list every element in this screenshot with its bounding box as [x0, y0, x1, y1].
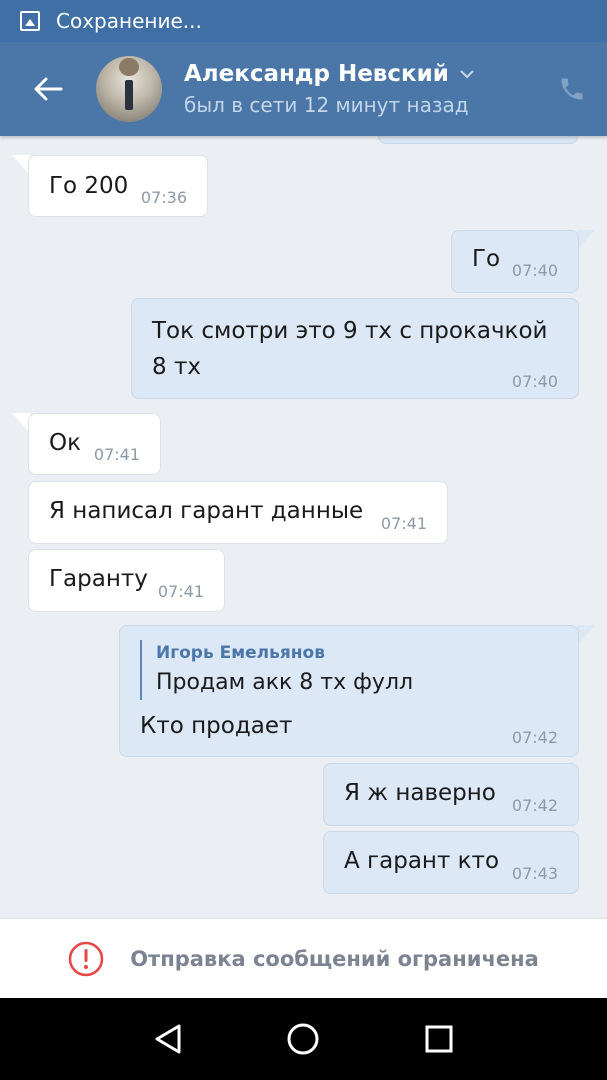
message-outgoing[interactable]: Го 07:40 — [451, 230, 579, 293]
message-time: 07:40 — [511, 372, 558, 391]
message-incoming[interactable]: Ок 07:41 — [28, 413, 161, 475]
message-text-line: Ток смотри это 9 тх с прокачкой — [152, 318, 548, 344]
nav-back-button[interactable] — [138, 1009, 198, 1069]
reply-quote[interactable]: Игорь Емельянов Продам акк 8 тх фулл — [140, 640, 413, 700]
message-time: 07:36 — [140, 188, 187, 207]
message-text: Ок — [49, 430, 81, 456]
image-save-icon — [20, 11, 40, 31]
message-time: 07:40 — [511, 261, 558, 280]
message-time: 07:41 — [157, 582, 204, 601]
message-outgoing[interactable]: Я ж наверно 07:42 — [323, 763, 579, 826]
nav-home-icon — [287, 1023, 319, 1055]
message-text: Кто продает — [140, 713, 293, 739]
status-bar: Сохранение... — [0, 0, 607, 42]
message-time: 07:41 — [380, 514, 427, 533]
avatar[interactable] — [96, 56, 162, 122]
nav-back-icon — [155, 1024, 181, 1054]
message-text: Я ж наверно — [344, 780, 496, 806]
message-incoming[interactable]: Гаранту 07:41 — [28, 549, 225, 612]
message-time: 07:41 — [93, 445, 140, 464]
message-outgoing-with-reply[interactable]: Игорь Емельянов Продам акк 8 тх фулл Кто… — [119, 625, 579, 757]
message-list[interactable]: Го 200 07:36 Го 07:40 Ток смотри это 9 т… — [0, 136, 607, 918]
message-text: Го — [472, 246, 501, 272]
nav-recents-icon — [425, 1025, 453, 1053]
call-button[interactable] — [537, 42, 607, 136]
phone-icon — [561, 78, 583, 100]
restricted-text: Отправка сообщений ограничена — [130, 946, 539, 971]
message-incoming[interactable]: Я написал гарант данные 07:41 — [28, 481, 448, 544]
message-time: 07:42 — [511, 728, 558, 747]
status-bar-text: Сохранение... — [56, 9, 202, 33]
chat-title[interactable]: Александр Невский был в сети 12 минут на… — [184, 61, 537, 117]
message-text-line: 8 тх — [152, 354, 201, 380]
message-text: Я написал гарант данные — [49, 498, 364, 524]
nav-home-button[interactable] — [273, 1009, 333, 1069]
quote-text: Продам акк 8 тх фулл — [156, 670, 414, 695]
message-incoming[interactable]: Го 200 07:36 — [28, 155, 208, 217]
chat-header: Александр Невский был в сети 12 минут на… — [0, 42, 607, 136]
back-button[interactable] — [0, 42, 96, 136]
alert-circle-icon — [68, 941, 104, 976]
quote-author: Игорь Емельянов — [156, 643, 325, 663]
chevron-down-icon — [460, 70, 474, 79]
message-outgoing[interactable]: Ток смотри это 9 тх с прокачкой 8 тх 07:… — [131, 298, 579, 399]
contact-status: был в сети 12 минут назад — [184, 93, 469, 117]
system-nav-bar — [0, 998, 607, 1080]
nav-recents-button[interactable] — [409, 1009, 469, 1069]
messaging-restricted-banner: Отправка сообщений ограничена — [0, 918, 607, 998]
message-text: Гаранту — [49, 566, 148, 592]
back-arrow-icon — [34, 77, 63, 101]
message-outgoing[interactable]: А гарант кто 07:43 — [323, 831, 579, 894]
message-time: 07:42 — [511, 796, 558, 815]
contact-name: Александр Невский — [184, 61, 449, 87]
message-text: А гарант кто — [344, 848, 500, 874]
message-text: Го 200 — [49, 173, 129, 199]
message-time: 07:43 — [511, 864, 558, 883]
previous-message-stub — [378, 136, 578, 144]
